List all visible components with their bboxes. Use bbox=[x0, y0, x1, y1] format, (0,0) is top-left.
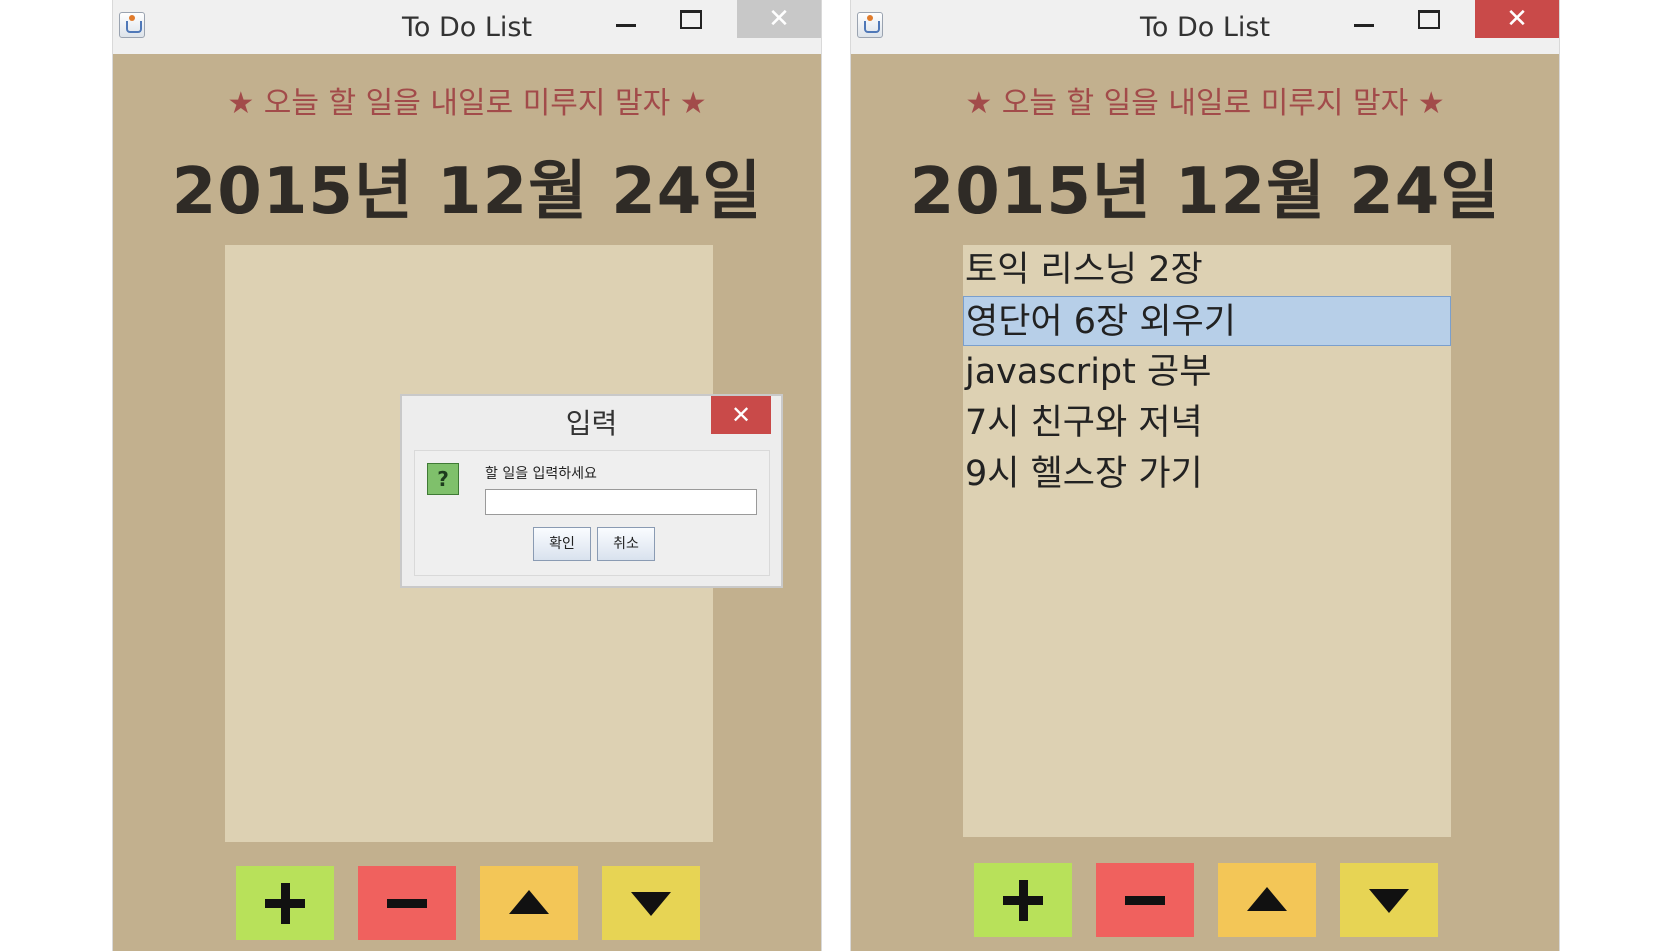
dialog-body: ? 할 일을 입력하세요 확인 취소 bbox=[414, 450, 770, 576]
cancel-button[interactable]: 취소 bbox=[597, 527, 655, 561]
maximize-button[interactable] bbox=[1389, 0, 1469, 38]
maximize-icon bbox=[1418, 10, 1440, 29]
minimize-icon bbox=[1354, 24, 1374, 27]
move-up-button[interactable] bbox=[480, 866, 578, 940]
maximize-icon bbox=[680, 10, 702, 29]
move-down-button[interactable] bbox=[602, 866, 700, 940]
close-button[interactable]: ✕ bbox=[737, 0, 821, 38]
triangle-down-icon bbox=[1369, 889, 1409, 913]
close-button[interactable]: ✕ bbox=[1475, 0, 1559, 38]
date-heading: 2015년 12월 24일 bbox=[909, 155, 1501, 229]
todo-window-left: To Do List ✕ ★ 오늘 할 일을 내일로 미루지 말자 ★ 2015… bbox=[112, 0, 822, 951]
input-dialog: 입력 ✕ ? 할 일을 입력하세요 확인 취소 bbox=[400, 394, 783, 588]
remove-button[interactable] bbox=[358, 866, 456, 940]
list-item[interactable]: 9시 헬스장 가기 bbox=[963, 449, 1451, 499]
title-bar[interactable]: To Do List ✕ bbox=[851, 0, 1559, 54]
minus-icon bbox=[1125, 896, 1165, 905]
maximize-button[interactable] bbox=[651, 0, 731, 38]
ok-button[interactable]: 확인 bbox=[533, 527, 591, 561]
motto-text: ★ 오늘 할 일을 내일로 미루지 말자 ★ bbox=[965, 86, 1445, 121]
list-item[interactable]: 토익 리스닝 2장 bbox=[963, 245, 1451, 295]
move-down-button[interactable] bbox=[1340, 863, 1438, 937]
remove-button[interactable] bbox=[1096, 863, 1194, 937]
todo-window-right: To Do List ✕ ★ 오늘 할 일을 내일로 미루지 말자 ★ 2015… bbox=[850, 0, 1560, 951]
task-input[interactable] bbox=[485, 489, 757, 515]
minimize-icon bbox=[616, 24, 636, 27]
minus-icon bbox=[387, 899, 427, 908]
list-item-selected[interactable]: 영단어 6장 외우기 bbox=[963, 296, 1451, 346]
dialog-title-bar[interactable]: 입력 ✕ bbox=[402, 396, 781, 444]
move-up-button[interactable] bbox=[1218, 863, 1316, 937]
dialog-close-button[interactable]: ✕ bbox=[711, 396, 771, 434]
question-icon: ? bbox=[427, 463, 459, 495]
add-button[interactable] bbox=[974, 863, 1072, 937]
list-item[interactable]: javascript 공부 bbox=[963, 347, 1451, 397]
triangle-down-icon bbox=[631, 892, 671, 916]
list-item[interactable]: 7시 친구와 저녁 bbox=[963, 398, 1451, 448]
title-bar[interactable]: To Do List ✕ bbox=[113, 0, 821, 54]
todo-list[interactable]: 토익 리스닝 2장 영단어 6장 외우기 javascript 공부 7시 친구… bbox=[963, 245, 1451, 837]
add-button[interactable] bbox=[236, 866, 334, 940]
dialog-prompt: 할 일을 입력하세요 bbox=[485, 466, 597, 482]
triangle-up-icon bbox=[509, 890, 549, 914]
triangle-up-icon bbox=[1247, 887, 1287, 911]
date-heading: 2015년 12월 24일 bbox=[171, 155, 763, 229]
motto-text: ★ 오늘 할 일을 내일로 미루지 말자 ★ bbox=[227, 86, 707, 121]
